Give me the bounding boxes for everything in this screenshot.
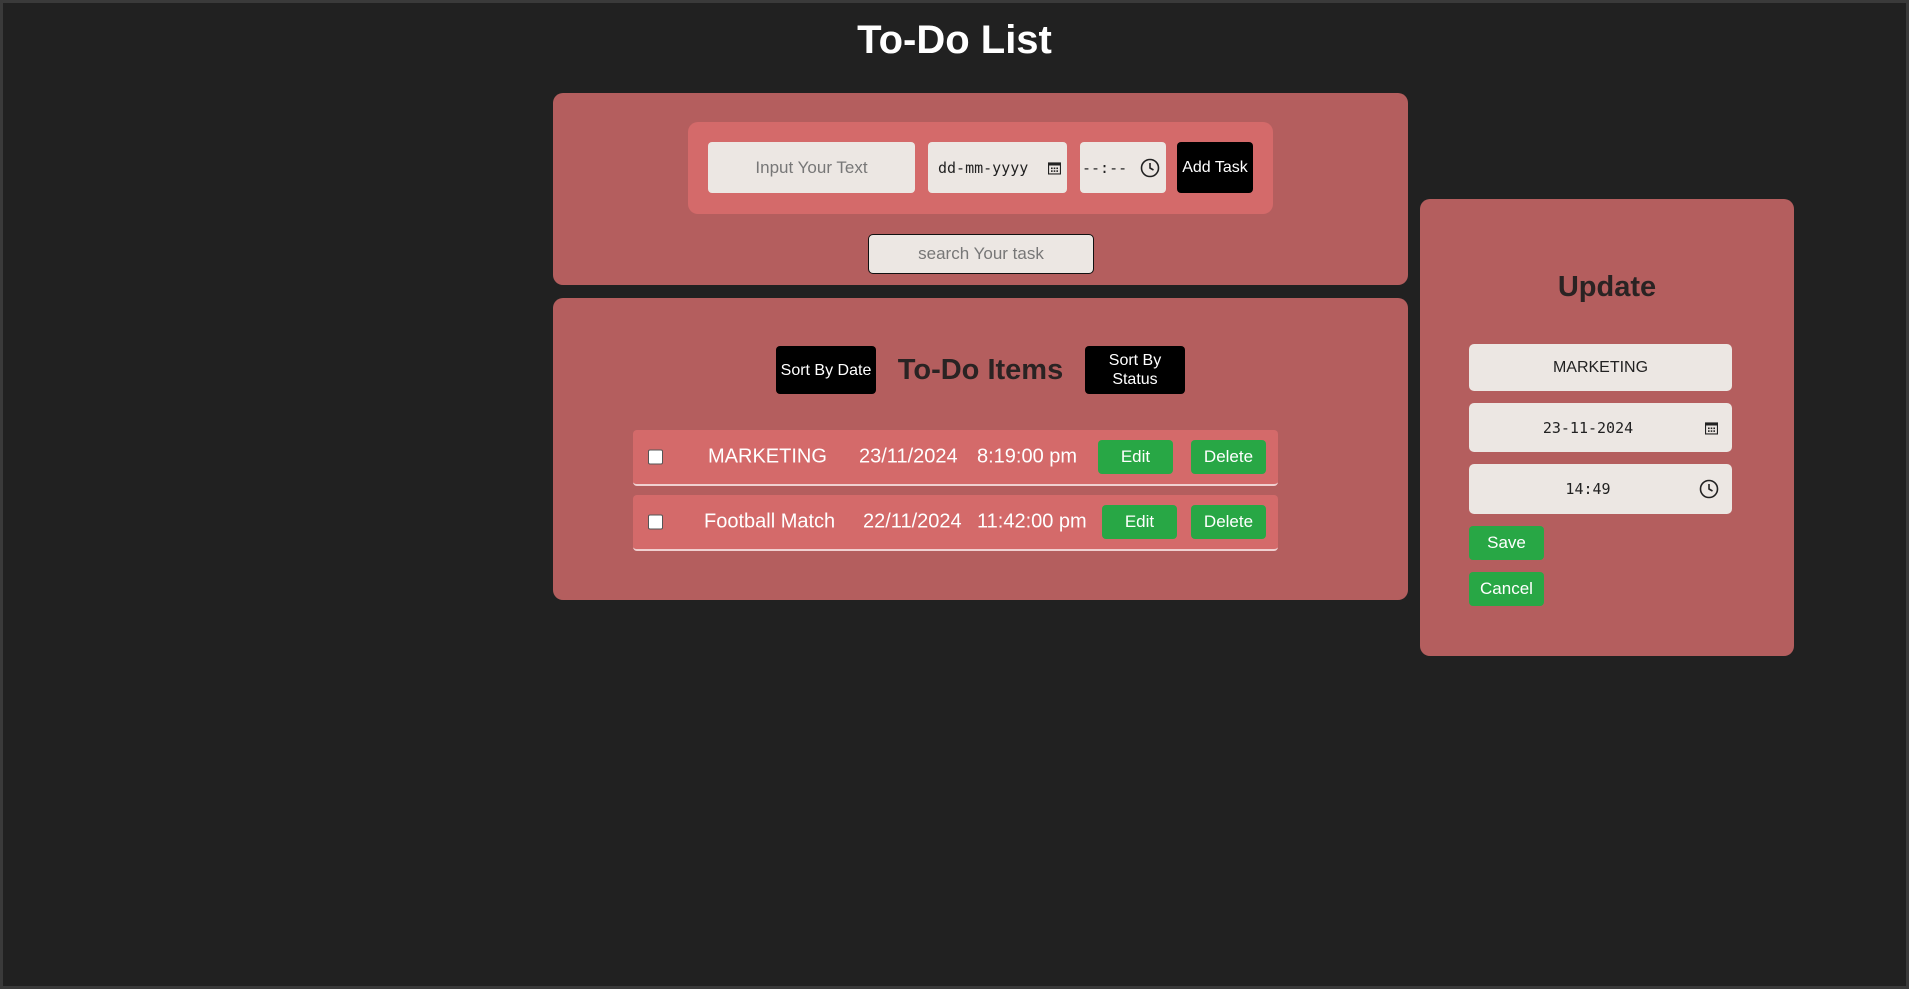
task-text: Football Match: [704, 510, 836, 533]
task-text-input[interactable]: Input Your Text: [708, 142, 915, 193]
task-date: 22/11/2024: [863, 510, 962, 533]
calendar-icon[interactable]: [1705, 421, 1718, 434]
sort-by-date-button[interactable]: Sort By Date: [776, 346, 876, 394]
task-date-placeholder: dd-mm-yyyy: [938, 158, 1029, 177]
page-title: To-Do List: [857, 18, 1052, 62]
search-placeholder: search Your task: [918, 244, 1044, 263]
sort-by-status-button[interactable]: Sort By Status: [1085, 346, 1185, 394]
delete-button[interactable]: Delete: [1191, 505, 1266, 539]
edit-button[interactable]: Edit: [1098, 440, 1173, 474]
add-task-panel: Input Your Text dd-mm-yyyy --:-- Add Tas…: [553, 93, 1408, 285]
items-header: Sort By Date To-Do Items Sort By Status: [553, 346, 1408, 396]
task-time: 11:42:00 pm: [977, 510, 1087, 533]
save-button[interactable]: Save: [1469, 526, 1544, 560]
update-date-value: 23-11-2024: [1542, 418, 1634, 437]
add-task-form: Input Your Text dd-mm-yyyy --:-- Add Tas…: [688, 122, 1273, 214]
edit-button[interactable]: Edit: [1102, 505, 1177, 539]
clock-icon[interactable]: [1699, 479, 1719, 499]
task-row: Football Match 22/11/2024 11:42:00 pm Ed…: [633, 495, 1278, 551]
update-name-value: MARKETING: [1552, 358, 1649, 376]
task-checkbox[interactable]: [648, 514, 663, 530]
task-time-placeholder: --:--: [1082, 158, 1128, 177]
todo-items-panel: Sort By Date To-Do Items Sort By Status …: [553, 298, 1408, 600]
update-date-input[interactable]: 23-11-2024: [1469, 403, 1732, 452]
update-title: Update: [1557, 271, 1657, 303]
delete-button[interactable]: Delete: [1191, 440, 1266, 474]
task-text: MARKETING: [708, 445, 827, 468]
task-row: MARKETING 23/11/2024 8:19:00 pm Edit Del…: [633, 430, 1278, 486]
task-text-placeholder: Input Your Text: [755, 157, 868, 177]
update-panel: Update MARKETING 23-11-2024 14:49 Save C…: [1420, 199, 1794, 656]
cancel-button[interactable]: Cancel: [1469, 572, 1544, 606]
update-time-input[interactable]: 14:49: [1469, 464, 1732, 514]
items-title: To-Do Items: [897, 353, 1064, 386]
task-checkbox[interactable]: [648, 449, 663, 465]
clock-icon[interactable]: [1140, 158, 1160, 178]
add-task-button[interactable]: Add Task: [1177, 142, 1253, 193]
task-time-input[interactable]: --:--: [1080, 142, 1166, 193]
update-time-value: 14:49: [1565, 480, 1611, 498]
task-date: 23/11/2024: [859, 445, 958, 468]
calendar-icon[interactable]: [1048, 161, 1061, 174]
task-date-input[interactable]: dd-mm-yyyy: [928, 142, 1067, 193]
search-input[interactable]: search Your task: [868, 234, 1094, 274]
update-name-input[interactable]: MARKETING: [1469, 344, 1732, 391]
task-time: 8:19:00 pm: [977, 445, 1078, 468]
